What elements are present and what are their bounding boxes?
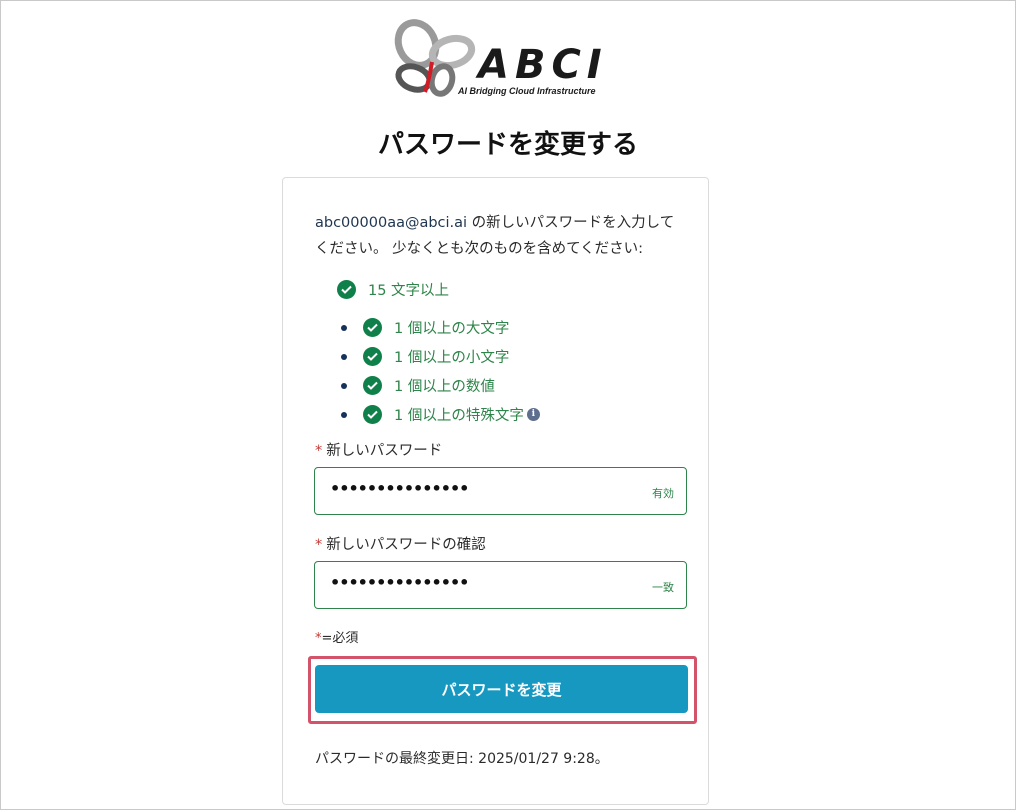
abci-logo: ABCI AI Bridging Cloud Infrastructure <box>392 16 604 100</box>
confirm-password-value: ••••••••••••••• <box>330 573 469 592</box>
intro-text: abc00000aa@abci.ai の新しいパスワードを入力してください。 少… <box>315 210 687 262</box>
requirement-label: 1 個以上の大文字 <box>394 321 510 337</box>
confirm-password-label-text: 新しいパスワードの確認 <box>326 537 486 553</box>
change-password-button[interactable]: パスワードを変更 <box>315 665 688 713</box>
logo-text: ABCI <box>478 42 608 88</box>
bullet <box>341 353 347 360</box>
check-icon <box>363 347 382 366</box>
requirement-special: 1 個以上の特殊文字 i <box>341 404 540 425</box>
bullet <box>341 324 347 331</box>
last-changed-text: パスワードの最終変更日: 2025/01/27 9:28。 <box>315 751 609 767</box>
password-card: abc00000aa@abci.ai の新しいパスワードを入力してください。 少… <box>282 177 709 805</box>
info-icon[interactable]: i <box>526 408 540 421</box>
confirm-password-status: 一致 <box>652 581 674 594</box>
check-icon <box>337 280 356 299</box>
bullet <box>341 382 347 389</box>
requirement-number: 1 個以上の数値 <box>341 375 495 396</box>
check-icon <box>363 318 382 337</box>
required-note-text: =必須 <box>321 631 359 646</box>
new-password-label-text: 新しいパスワード <box>326 443 443 459</box>
required-star: * <box>315 537 323 553</box>
requirement-uppercase: 1 個以上の大文字 <box>341 317 509 338</box>
bullet <box>341 411 347 418</box>
new-password-label: * 新しいパスワード <box>315 439 442 460</box>
confirm-password-input[interactable]: ••••••••••••••• 一致 <box>314 561 687 609</box>
check-icon <box>363 405 382 424</box>
new-password-input[interactable]: ••••••••••••••• 有効 <box>314 467 687 515</box>
requirement-label: 1 個以上の数値 <box>394 379 495 395</box>
required-star: * <box>315 443 323 459</box>
requirement-label: 1 個以上の小文字 <box>394 350 510 366</box>
requirement-lowercase: 1 個以上の小文字 <box>341 346 509 367</box>
user-email: abc00000aa@abci.ai <box>315 215 468 231</box>
new-password-status: 有効 <box>652 487 674 500</box>
requirement-label: 1 個以上の特殊文字 <box>394 408 524 424</box>
requirement-label: 15 文字以上 <box>368 283 450 299</box>
page-title: パスワードを変更する <box>377 130 638 160</box>
new-password-value: ••••••••••••••• <box>330 479 469 498</box>
requirement-min-length: 15 文字以上 <box>337 279 449 300</box>
required-note: *=必須 <box>315 627 358 646</box>
check-icon <box>363 376 382 395</box>
logo-subtitle: AI Bridging Cloud Infrastructure <box>458 86 596 96</box>
confirm-password-label: * 新しいパスワードの確認 <box>315 533 486 554</box>
